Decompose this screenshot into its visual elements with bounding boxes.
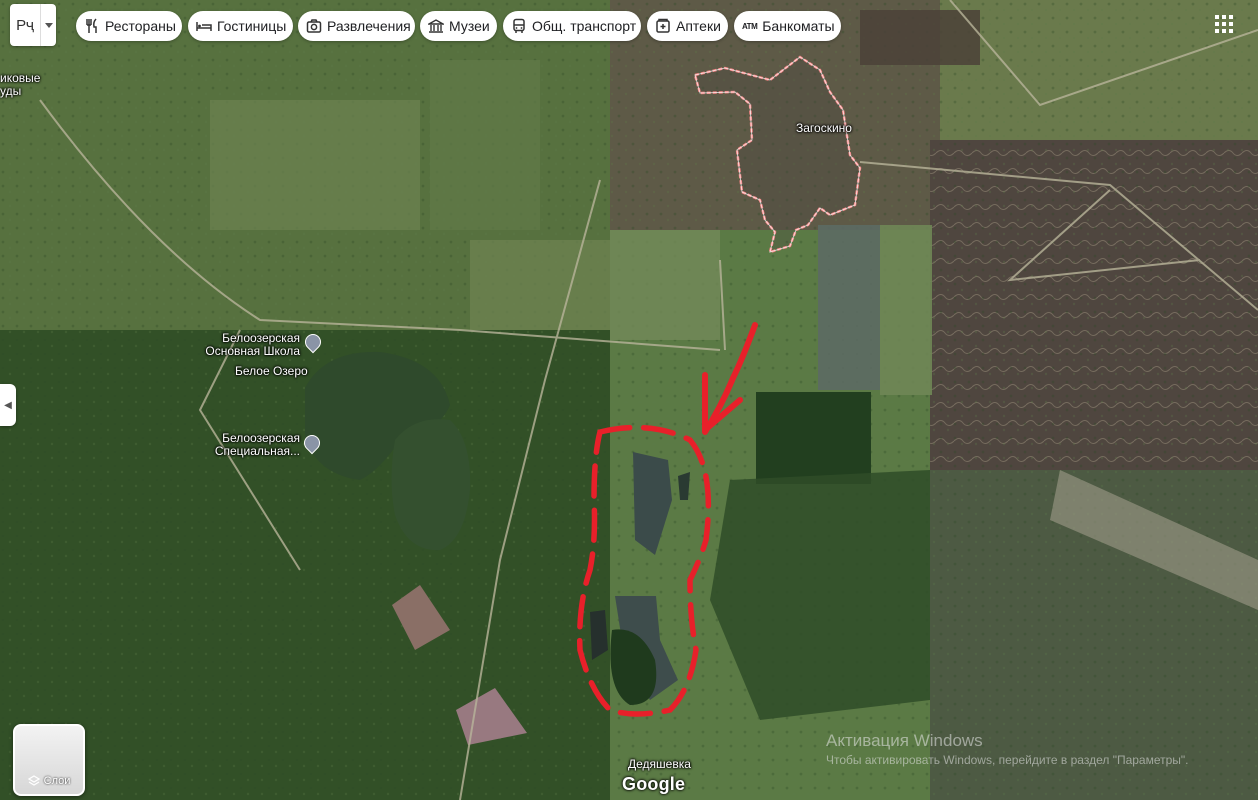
place-label-zagoskino[interactable]: Загоскино [796,122,852,135]
camera-icon [306,18,322,34]
chip-label: Музеи [449,18,490,34]
bed-icon [196,18,212,34]
chip-pharmacies[interactable]: Аптеки [647,11,728,41]
place-label-line: Специальная... [214,444,300,458]
layers-bar: Слои [15,768,83,794]
chip-label: Банкоматы [762,18,835,34]
chip-restaurants[interactable]: Рестораны [76,11,182,41]
chip-label: Гостиницы [217,18,287,34]
chip-label: Развлечения [327,18,411,34]
chip-entertainment[interactable]: Развлечения [298,11,415,41]
field-patch [470,240,610,330]
place-label-dedyashevka[interactable]: Дедяшевка [628,758,691,771]
chip-label: Рестораны [105,18,176,34]
atm-icon: ATM [742,21,758,31]
forest-patch [756,392,871,484]
layers-button[interactable]: Слои [13,724,85,796]
side-panel-toggle[interactable]: ◀ [0,384,16,426]
search-box[interactable]: Рҷ [10,4,56,46]
field-patch [818,225,880,390]
search-dropdown-button[interactable] [40,4,56,46]
apps-grid-icon[interactable] [1214,14,1234,34]
windows-watermark-title: Активация Windows [826,731,983,750]
place-label-line: Основная Школа [205,344,300,358]
chip-hotels[interactable]: Гостиницы [188,11,293,41]
fork-knife-icon [84,18,100,34]
chip-label: Аптеки [676,18,721,34]
bus-icon [511,18,527,34]
satellite-map[interactable] [0,0,1258,800]
place-label-lake[interactable]: Белое Озеро [235,365,308,378]
windows-watermark-subtitle: Чтобы активировать Windows, перейдите в … [826,753,1189,767]
place-label-special-school[interactable]: Белоозерская Специальная... [198,432,300,458]
chip-museums[interactable]: Музеи [420,11,497,41]
place-label-school[interactable]: Белоозерская Основная Школа [198,332,300,358]
field-patch [430,60,540,230]
layers-label: Слои [43,775,71,787]
field-patch [880,225,932,395]
search-input[interactable]: Рҷ [10,17,40,34]
chip-label: Общ. транспорт [532,18,637,34]
pharmacy-icon [655,18,671,34]
chip-atms[interactable]: ATM Банкоматы [734,11,841,41]
field-patch [860,10,980,65]
place-label-edge[interactable]: иковые уды [0,72,40,98]
chevron-left-icon: ◀ [4,399,12,411]
chevron-down-icon [44,22,53,28]
field-patch [210,100,420,230]
chip-transit[interactable]: Общ. транспорт [503,11,641,41]
layers-icon [27,775,40,786]
google-logo: Google [622,774,686,794]
field-patch [610,230,720,340]
lake-small [391,419,471,551]
museum-icon [428,18,444,34]
pond [678,472,690,500]
place-label-line: уды [0,84,22,98]
